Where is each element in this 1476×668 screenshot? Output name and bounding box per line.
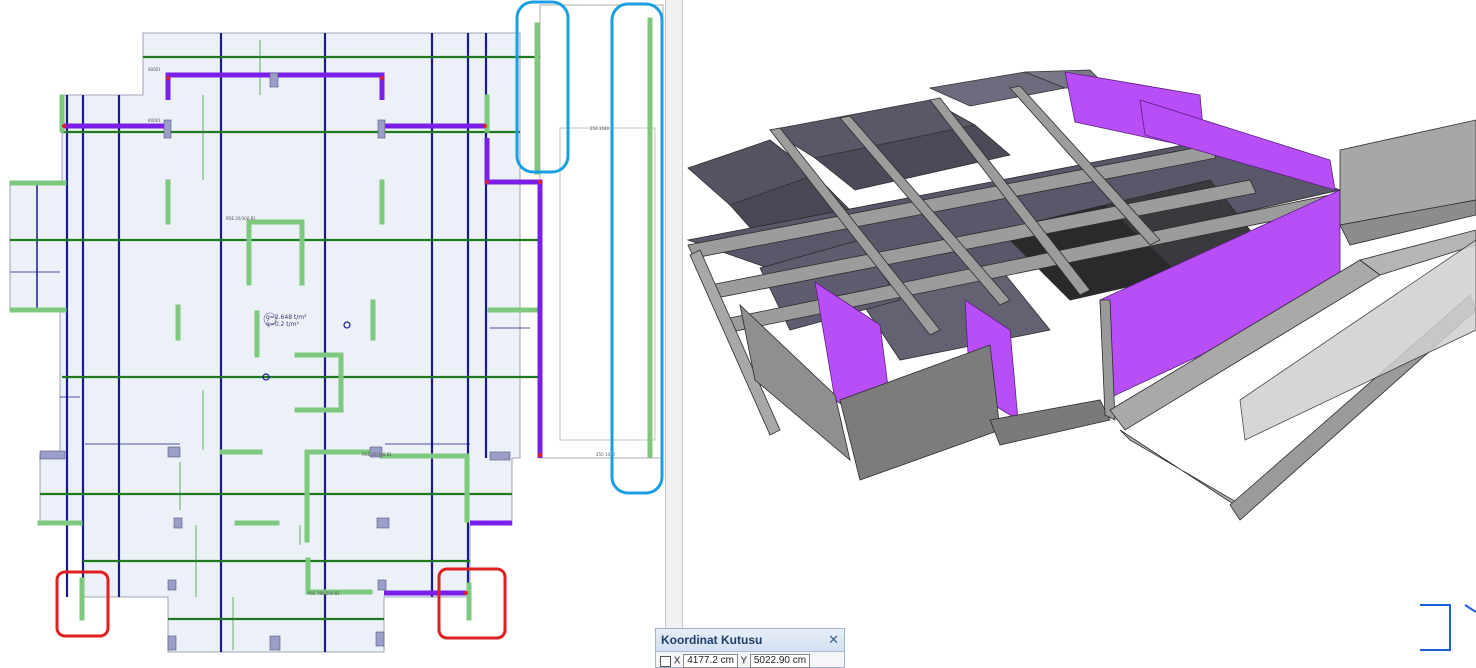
svg-text:P02 780/200 B1: P02 780/200 B1	[308, 591, 340, 596]
plan-view-canvas[interactable]: g=2.648 t/m² q=0.2 t/m² PDE 20/300 B1 PD…	[0, 0, 665, 662]
x-label: X	[673, 655, 681, 667]
coordinate-box-panel[interactable]: Koordinat Kutusu ✕ X 4177.2 cm Y 5022.90…	[655, 628, 845, 668]
svg-text:q=0.2 t/m²: q=0.2 t/m²	[266, 321, 300, 328]
axis-triad-icon	[1420, 604, 1476, 651]
x-coordinate-field[interactable]: 4177.2 cm	[683, 654, 738, 668]
svg-text:250 1040: 250 1040	[590, 126, 610, 131]
coordinate-box-title-text: Koordinat Kutusu	[661, 633, 763, 647]
svg-text:PDE 20/300 B1: PDE 20/300 B1	[362, 452, 392, 457]
close-icon[interactable]: ✕	[828, 629, 839, 651]
coordinate-row: X 4177.2 cm Y 5022.90 cm	[660, 654, 842, 668]
y-coordinate-field[interactable]: 5022.90 cm	[749, 654, 811, 668]
x-lock-checkbox[interactable]	[660, 655, 671, 667]
svg-text:g=2.648 t/m²: g=2.648 t/m²	[266, 314, 307, 321]
svg-text:K0001: K0001	[148, 118, 161, 123]
y-label: Y	[740, 655, 748, 667]
view-splitter[interactable]	[665, 0, 683, 662]
coordinate-box-title: Koordinat Kutusu ✕	[656, 629, 844, 652]
slab-area[interactable]	[9, 4, 664, 653]
svg-text:S0001: S0001	[148, 67, 161, 72]
svg-text:PDE 20/300 B1: PDE 20/300 B1	[226, 216, 256, 221]
3d-model-canvas[interactable]	[683, 0, 1476, 662]
